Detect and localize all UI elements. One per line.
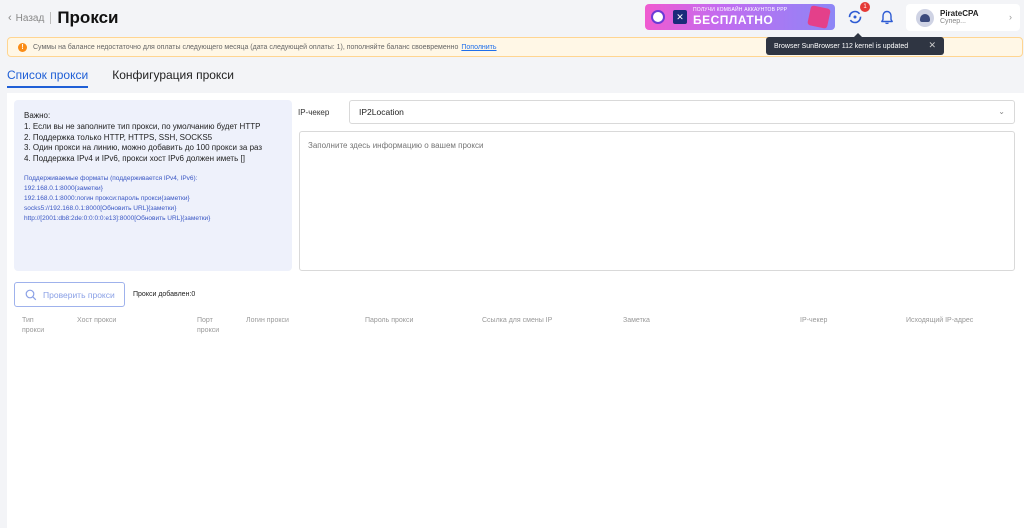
- column-header: Хост прокси: [77, 317, 117, 324]
- formats-block: Поддерживаемые форматы (поддерживается I…: [24, 174, 282, 224]
- check-proxy-label: Проверить прокси: [43, 289, 115, 300]
- chevron-down-icon: ⌄: [998, 107, 1005, 116]
- format-line: Поддерживаемые форматы (поддерживается I…: [24, 174, 198, 182]
- info-heading: Важно:: [24, 111, 51, 120]
- info-line: 3. Один прокси на линию, можно добавить …: [24, 143, 263, 153]
- info-line: 4. Поддержка IPv4 и IPv6, прокси хост IP…: [24, 154, 245, 164]
- proxy-added-count: Прокси добавлен:0: [133, 291, 196, 298]
- proxy-input[interactable]: [299, 131, 1015, 271]
- top-up-link[interactable]: Пополнить: [461, 44, 496, 51]
- column-header: IP-чекер: [800, 317, 828, 324]
- format-line: http://[2001:db8:2de:0:0:0:0:e13]:8000[О…: [24, 215, 211, 223]
- column-header: Ссылка для смены IP: [482, 317, 553, 324]
- promo-line2: БЕСПЛАТНО: [693, 13, 774, 27]
- warning-icon: !: [18, 42, 27, 52]
- column-header: Тип прокси: [22, 317, 45, 334]
- alert-text: Суммы на балансе недостаточно для оплаты…: [33, 43, 459, 51]
- user-menu[interactable]: PirateCPA Супер... ›: [906, 4, 1020, 31]
- info-line: 2. Поддержка только HTTP, HTTPS, SSH, SO…: [24, 132, 213, 142]
- sync-icon: [848, 10, 862, 24]
- table-header: Тип прокси Хост прокси Порт прокси Логин…: [7, 313, 1024, 337]
- chevron-right-icon: ›: [1009, 12, 1012, 22]
- search-icon: [25, 289, 37, 300]
- notifications-button[interactable]: [876, 6, 898, 28]
- promo-logo-icon: [651, 10, 665, 24]
- content-panel: Важно: 1. Если вы не заполните тип прокс…: [7, 93, 1024, 528]
- promo-banner[interactable]: ✕ ПОЛУЧИ КОМБАЙН АККАУНТОВ PPP БЕСПЛАТНО: [645, 4, 835, 30]
- format-line: 192.168.0.1:8000{заметки}: [24, 185, 103, 193]
- check-proxy-button[interactable]: Проверить прокси: [14, 282, 125, 307]
- page-header: ‹ Назад Прокси: [0, 0, 1024, 36]
- column-header: Заметка: [623, 317, 650, 324]
- tab-bar: Список прокси Конфигурация прокси: [0, 62, 1024, 92]
- avatar: [916, 8, 934, 27]
- tab-proxy-list[interactable]: Список прокси: [7, 62, 89, 88]
- info-box: Важно: 1. Если вы не заполните тип прокс…: [14, 100, 292, 271]
- ip-checker-select[interactable]: IP2Location ⌄: [349, 100, 1015, 124]
- user-role: Супер...: [940, 18, 966, 26]
- ip-checker-label: IP-чекер: [298, 108, 330, 117]
- back-label: Назад: [15, 12, 45, 24]
- divider: [50, 12, 52, 24]
- column-header: Логин прокси: [246, 317, 289, 324]
- tab-proxy-config[interactable]: Конфигурация прокси: [112, 62, 234, 88]
- update-tooltip: Browser SunBrowser 112 kernel is updated…: [766, 33, 944, 55]
- page-title: Прокси: [57, 8, 119, 27]
- bell-icon: [881, 10, 893, 24]
- column-header: Порт прокси: [197, 317, 220, 334]
- close-icon[interactable]: ✕: [928, 40, 936, 51]
- info-line: 1. Если вы не заполните тип прокси, по у…: [24, 121, 261, 131]
- back-button[interactable]: ‹ Назад: [8, 12, 44, 24]
- column-header: Исходящий IP-адрес: [906, 317, 974, 324]
- chevron-left-icon: ‹: [8, 12, 12, 24]
- format-line: 192.168.0.1:8000:логин прокси:пароль про…: [24, 195, 190, 203]
- promo-lightning-icon: [807, 5, 831, 29]
- column-header: Пароль прокси: [365, 317, 414, 324]
- user-name: PirateCPA: [940, 8, 979, 18]
- format-line: socks5://192.168.0.1:8000[Обновить URL]{…: [24, 205, 177, 213]
- ip-checker-value: IP2Location: [359, 107, 404, 117]
- tooltip-text: Browser SunBrowser 112 kernel is updated: [774, 42, 909, 50]
- promo-x-icon: ✕: [673, 10, 687, 24]
- notification-badge: 1: [860, 2, 870, 12]
